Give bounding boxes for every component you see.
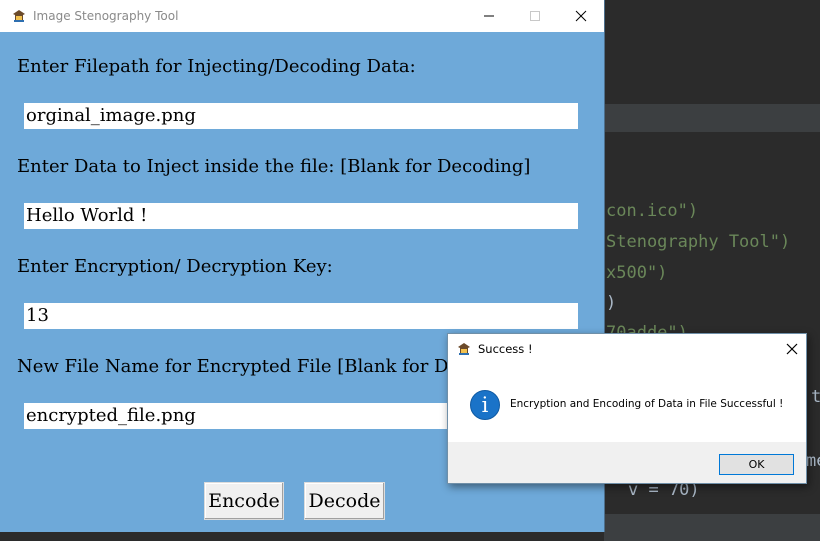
- maximize-icon: [530, 11, 540, 21]
- data-label: Enter Data to Inject inside the file: [B…: [17, 156, 531, 177]
- code-line: t: [811, 387, 820, 407]
- app-icon: [458, 343, 470, 355]
- main-titlebar[interactable]: Image Stenography Tool: [0, 0, 604, 32]
- window-title: Image Stenography Tool: [33, 9, 179, 23]
- close-icon[interactable]: [784, 341, 800, 357]
- ide-tab-bar: [604, 104, 820, 132]
- code-line: Stenography Tool"): [606, 232, 791, 252]
- filepath-input[interactable]: orginal_image.png: [24, 103, 578, 129]
- info-icon: i: [470, 390, 500, 420]
- dialog-body: i Encryption and Encoding of Data in Fil…: [448, 364, 806, 442]
- dialog-titlebar[interactable]: Success !: [448, 334, 806, 364]
- dialog-message: Encryption and Encoding of Data in File …: [510, 398, 784, 410]
- data-input[interactable]: Hello World !: [24, 203, 578, 229]
- success-dialog: Success ! i Encryption and Encoding of D…: [447, 333, 807, 484]
- app-icon: [13, 10, 25, 22]
- decode-button[interactable]: Decode: [304, 482, 385, 520]
- ide-editor-bottom: [0, 532, 604, 541]
- code-line: ): [606, 293, 617, 313]
- ide-editor-top: [604, 0, 820, 104]
- code-line: con.ico"): [606, 201, 699, 221]
- close-icon: [575, 10, 587, 22]
- ok-button[interactable]: OK: [719, 454, 794, 475]
- code-line: x500"): [606, 263, 668, 283]
- encode-button[interactable]: Encode: [204, 482, 284, 520]
- desktop: con.ico") Stenography Tool") x500") ) 70…: [0, 0, 820, 541]
- dialog-title: Success !: [478, 342, 533, 356]
- filepath-label: Enter Filepath for Injecting/Decoding Da…: [17, 56, 416, 77]
- key-input[interactable]: 13: [24, 303, 578, 329]
- key-label: Enter Encryption/ Decryption Key:: [17, 256, 333, 277]
- ide-status-bar: [604, 514, 820, 541]
- maximize-button[interactable]: [512, 0, 558, 32]
- close-button[interactable]: [558, 0, 604, 32]
- minimize-button[interactable]: [466, 0, 512, 32]
- minimize-icon: [484, 15, 494, 17]
- code-line: me: [806, 451, 820, 471]
